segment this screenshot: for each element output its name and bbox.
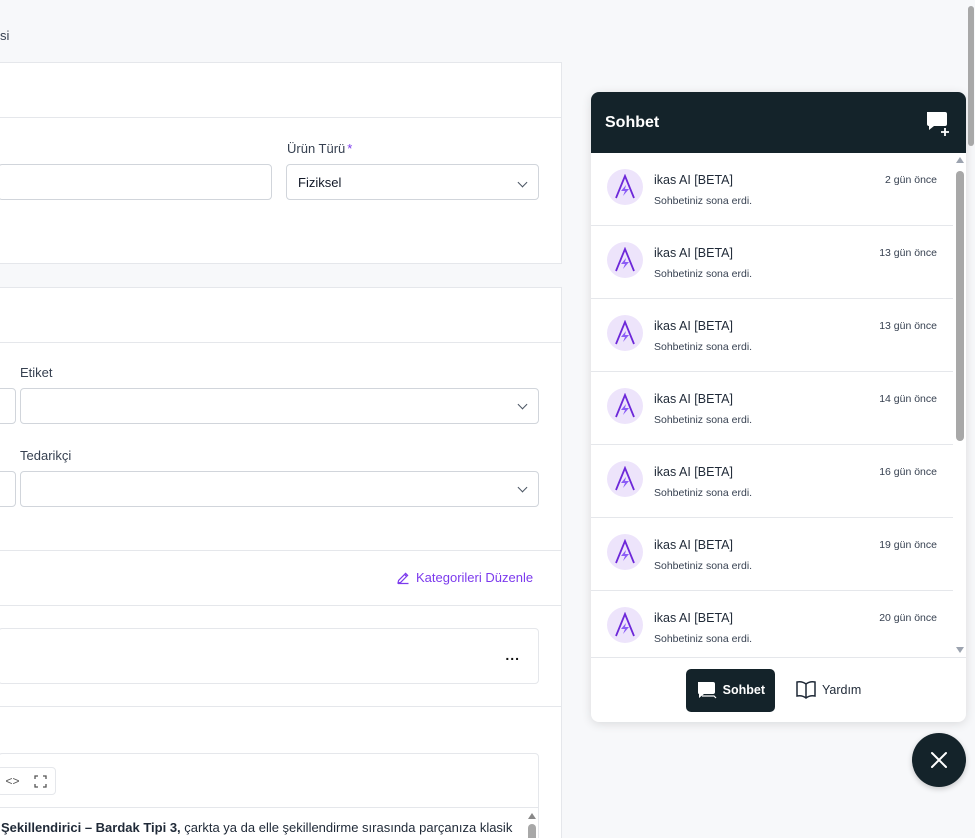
chat-item-time: 13 gün önce — [879, 247, 937, 259]
chat-item-time: 20 gün önce — [879, 612, 937, 624]
chat-item-time: 16 gün önce — [879, 466, 937, 478]
ikas-ai-logo-icon — [607, 534, 643, 570]
tab-help[interactable]: Yardım — [785, 669, 871, 712]
chat-item-name: ikas AI [BETA] — [654, 538, 733, 552]
chat-item-name: ikas AI [BETA] — [654, 246, 733, 260]
ikas-ai-logo-icon — [607, 461, 643, 497]
required-mark: * — [347, 141, 353, 156]
scroll-up-icon[interactable] — [956, 157, 964, 163]
editor-toolbar-group: <> — [0, 767, 56, 795]
chat-list-scrollbar[interactable] — [953, 153, 966, 657]
tag-label: Etiket — [20, 365, 53, 380]
supplier-label: Tedarikçi — [20, 448, 72, 463]
chevron-down-icon — [517, 482, 528, 493]
category-box: ... — [0, 628, 539, 684]
chevron-down-icon — [517, 399, 528, 410]
chat-footer-tabs: Sohbet Yardım — [591, 657, 966, 722]
page-scrollbar[interactable] — [968, 0, 975, 838]
chat-history-item[interactable]: ikas AI [BETA] Sohbetiniz sona erdi. 20 … — [591, 591, 953, 657]
ikas-ai-logo-icon — [607, 607, 643, 643]
editor-scrollbar[interactable] — [528, 812, 536, 838]
left-select-edge[interactable] — [0, 471, 16, 507]
ikas-ai-logo-icon — [607, 388, 643, 424]
chat-item-message: Sohbetiniz sona erdi. — [654, 195, 753, 207]
more-options-button[interactable]: ... — [505, 647, 520, 663]
editor-bold-text: Şekillendirici – Bardak Tipi 3, — [1, 820, 181, 835]
chat-history-item[interactable]: ikas AI [BETA] Sohbetiniz sona erdi. 16 … — [591, 445, 953, 518]
chat-item-name: ikas AI [BETA] — [654, 611, 733, 625]
chat-header: Sohbet — [591, 92, 966, 153]
edit-categories-link[interactable]: Kategorileri Düzenle — [396, 570, 533, 585]
ikas-ai-logo-icon — [607, 242, 643, 278]
supplier-select[interactable] — [20, 471, 539, 507]
left-select-edge[interactable] — [0, 388, 16, 424]
close-chat-button[interactable] — [912, 733, 966, 787]
description-editor[interactable]: <> Şekillendirici – Bardak Tipi 3, çarkt… — [0, 753, 539, 838]
new-chat-icon — [927, 111, 949, 136]
new-chat-button[interactable] — [924, 109, 952, 137]
tag-select[interactable] — [20, 388, 539, 424]
fullscreen-icon[interactable] — [34, 774, 48, 788]
chat-item-time: 14 gün önce — [879, 393, 937, 405]
divider — [0, 706, 562, 707]
chat-item-message: Sohbetiniz sona erdi. — [654, 341, 753, 353]
chat-history-list: ikas AI [BETA] Sohbetiniz sona erdi. 2 g… — [591, 153, 953, 657]
book-icon — [796, 681, 816, 699]
tab-chat[interactable]: Sohbet — [685, 668, 775, 712]
chat-item-name: ikas AI [BETA] — [654, 392, 733, 406]
chat-item-message: Sohbetiniz sona erdi. — [654, 268, 753, 280]
editor-content[interactable]: Şekillendirici – Bardak Tipi 3, çarkta y… — [0, 808, 538, 838]
general-info-card — [0, 62, 562, 264]
ikas-ai-logo-icon — [607, 169, 643, 205]
chat-item-name: ikas AI [BETA] — [654, 173, 733, 187]
chat-item-name: ikas AI [BETA] — [654, 319, 733, 333]
chat-history-item[interactable]: ikas AI [BETA] Sohbetiniz sona erdi. 13 … — [591, 299, 953, 372]
chat-item-message: Sohbetiniz sona erdi. — [654, 487, 753, 499]
chat-history-item[interactable]: ikas AI [BETA] Sohbetiniz sona erdi. 19 … — [591, 518, 953, 591]
scroll-down-icon[interactable] — [956, 647, 964, 653]
chat-panel: Sohbet ikas AI [BETA] Sohbetiniz sona er… — [591, 92, 966, 722]
product-type-label-text: Ürün Türü — [287, 141, 346, 156]
divider — [0, 605, 562, 606]
ikas-ai-logo-icon — [607, 315, 643, 351]
product-type-label: Ürün Türü * — [287, 141, 352, 156]
card-header — [0, 63, 561, 118]
chat-item-time: 19 gün önce — [879, 539, 937, 551]
editor-text: çarkta ya da elle şekillendirme sırasınd… — [180, 820, 513, 835]
code-icon[interactable]: <> — [5, 774, 19, 788]
chat-bubble-icon — [697, 682, 717, 699]
divider — [0, 550, 562, 551]
tab-chat-label: Sohbet — [722, 683, 765, 697]
chat-history-item[interactable]: ikas AI [BETA] Sohbetiniz sona erdi. 14 … — [591, 372, 953, 445]
product-name-field[interactable] — [0, 164, 272, 200]
editor-toolbar: <> — [0, 754, 538, 808]
chat-item-time: 13 gün önce — [879, 320, 937, 332]
chat-item-message: Sohbetiniz sona erdi. — [654, 633, 753, 645]
page-scrollbar-thumb[interactable] — [968, 6, 974, 146]
tab-help-label: Yardım — [821, 683, 862, 697]
chat-history-item[interactable]: ikas AI [BETA] Sohbetiniz sona erdi. 13 … — [591, 226, 953, 299]
close-icon — [931, 752, 947, 768]
chat-item-message: Sohbetiniz sona erdi. — [654, 560, 753, 572]
pencil-icon — [397, 572, 409, 584]
card-header — [0, 288, 561, 343]
edit-categories-label: Kategorileri Düzenle — [416, 570, 534, 585]
chat-item-name: ikas AI [BETA] — [654, 465, 733, 479]
chat-item-message: Sohbetiniz sona erdi. — [654, 414, 753, 426]
scrollbar-thumb[interactable] — [956, 171, 964, 441]
chat-item-time: 2 gün önce — [885, 174, 937, 186]
product-type-value: Fiziksel — [298, 175, 342, 190]
chat-history-item[interactable]: ikas AI [BETA] Sohbetiniz sona erdi. 2 g… — [591, 153, 953, 226]
product-type-select[interactable]: Fiziksel — [286, 164, 539, 200]
breadcrumb[interactable]: si — [0, 28, 9, 43]
chevron-down-icon — [517, 177, 528, 188]
chat-title: Sohbet — [605, 113, 660, 131]
